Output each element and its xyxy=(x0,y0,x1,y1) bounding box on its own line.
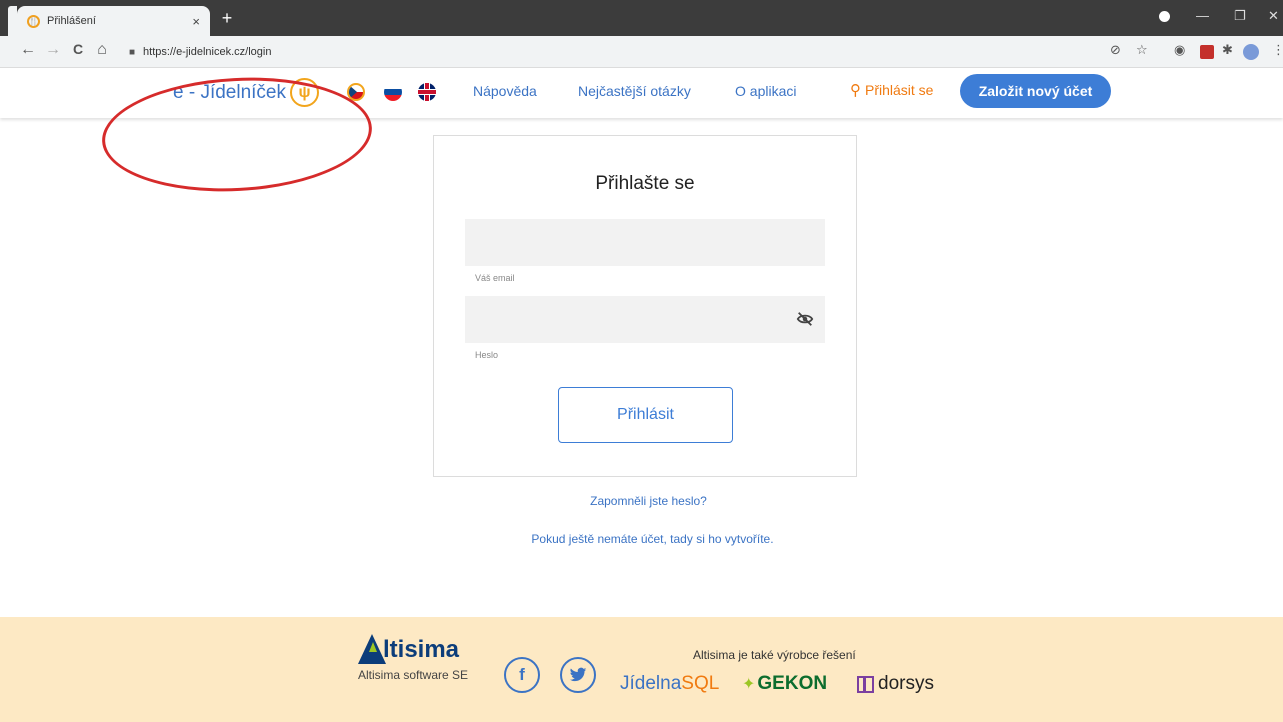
restore-icon[interactable]: ❐ xyxy=(1234,8,1246,24)
site-logo[interactable]: e - Jídelníček ψ xyxy=(173,78,319,107)
new-tab-button[interactable]: + xyxy=(216,8,238,30)
signup-button[interactable]: Založit nový účet xyxy=(960,74,1111,108)
puzzle-icon[interactable]: ✱ xyxy=(1222,42,1233,58)
browser-tabstrip: 🍴 Přihlášení × + — ❐ ✕ xyxy=(0,0,1283,36)
altisima-logo[interactable]: ltisima Altisima software SE xyxy=(358,634,468,682)
altisima-name: ltisima xyxy=(383,636,460,663)
email-label: Váš email xyxy=(475,273,515,283)
browser-tab[interactable]: 🍴 Přihlášení × xyxy=(17,6,210,36)
nav-napoveda[interactable]: Nápověda xyxy=(473,83,537,99)
logo-text: e - Jídelníček xyxy=(173,81,286,103)
eye-slash-icon[interactable] xyxy=(796,310,814,328)
lock-icon: ■ xyxy=(129,46,136,58)
pdf-icon[interactable] xyxy=(1200,45,1214,59)
site-header: e - Jídelníček ψ Nápověda Nejčastější ot… xyxy=(0,68,1283,198)
login-submit-button[interactable]: Přihlásit xyxy=(558,387,733,443)
reload-icon[interactable]: C xyxy=(68,41,88,57)
home-icon[interactable]: ⌂ xyxy=(92,41,112,59)
twitter-icon[interactable] xyxy=(560,657,596,693)
forgot-password-link[interactable]: Zapomněli jste heslo? xyxy=(7,494,1283,508)
login-title: Přihlašte se xyxy=(595,173,695,194)
login-card: Přihlašte se Váš email Heslo Přihlásit xyxy=(433,135,857,477)
gekon-lizard-icon: ✦ xyxy=(742,676,756,693)
create-account-link[interactable]: Pokud ještě nemáte účet, tady si ho vytv… xyxy=(11,532,1283,546)
tab-edge xyxy=(8,6,17,36)
fork-favicon-icon: 🍴 xyxy=(27,14,40,28)
minimize-icon[interactable]: — xyxy=(1196,8,1209,23)
also-producer-text: Altisima je také výrobce řešení xyxy=(693,648,856,662)
login-link[interactable]: ⚲ Přihlásit se xyxy=(850,81,933,99)
star-icon[interactable]: ☆ xyxy=(1136,42,1148,58)
facebook-icon[interactable]: f xyxy=(504,657,540,693)
menu-icon[interactable]: ⋮ xyxy=(1272,42,1283,58)
eye-slash-icon[interactable]: ⊘ xyxy=(1110,42,1121,58)
email-input[interactable] xyxy=(465,219,825,266)
browser-toolbar: ← → C ⌂ ■ https://e-jidelnicek.cz/login … xyxy=(0,36,1283,68)
flag-cz-icon[interactable] xyxy=(347,83,365,101)
address-bar[interactable]: ■ https://e-jidelnicek.cz/login xyxy=(115,41,1105,63)
altisima-subtitle: Altisima software SE xyxy=(358,668,469,682)
extension-icon[interactable]: ◉ xyxy=(1174,42,1185,58)
twitter-bird-icon xyxy=(569,667,587,682)
flag-uk-icon[interactable] xyxy=(418,83,436,101)
password-input[interactable] xyxy=(465,296,825,343)
close-tab-icon[interactable]: × xyxy=(192,14,200,29)
user-icon: ⚲ xyxy=(850,82,861,99)
flag-sk-icon[interactable] xyxy=(384,83,402,101)
password-label: Heslo xyxy=(475,350,499,360)
jidelnasql-logo[interactable]: JídelnaSQL xyxy=(620,673,719,695)
music-icon[interactable] xyxy=(1243,44,1259,60)
profile-icon[interactable] xyxy=(1159,11,1170,22)
nav-about[interactable]: O aplikaci xyxy=(735,83,796,99)
window-close-icon[interactable]: ✕ xyxy=(1268,8,1279,24)
nav-faq[interactable]: Nejčastější otázky xyxy=(578,83,691,99)
sql-text: SQL xyxy=(681,673,720,694)
tab-title: Přihlášení xyxy=(47,15,96,27)
dorsys-mark-icon xyxy=(857,675,874,693)
dorsys-logo[interactable]: dorsys xyxy=(857,673,934,695)
password-field[interactable] xyxy=(465,296,825,343)
url-text: https://e-jidelnicek.cz/login xyxy=(143,46,272,58)
dorsys-text: dorsys xyxy=(878,673,934,694)
gekon-logo[interactable]: ✦ GEKON xyxy=(742,673,827,695)
fork-logo-icon: ψ xyxy=(290,78,319,107)
email-field[interactable] xyxy=(465,219,825,266)
login-link-label: Přihlásit se xyxy=(865,82,934,98)
footer: ltisima Altisima software SE f Altisima … xyxy=(0,617,1283,722)
jidelna-text: Jídelna xyxy=(620,673,682,694)
gekon-text: GEKON xyxy=(757,673,828,694)
altisima-mountain-icon xyxy=(358,634,386,664)
forward-icon[interactable]: → xyxy=(43,41,63,59)
back-icon[interactable]: ← xyxy=(18,41,38,59)
